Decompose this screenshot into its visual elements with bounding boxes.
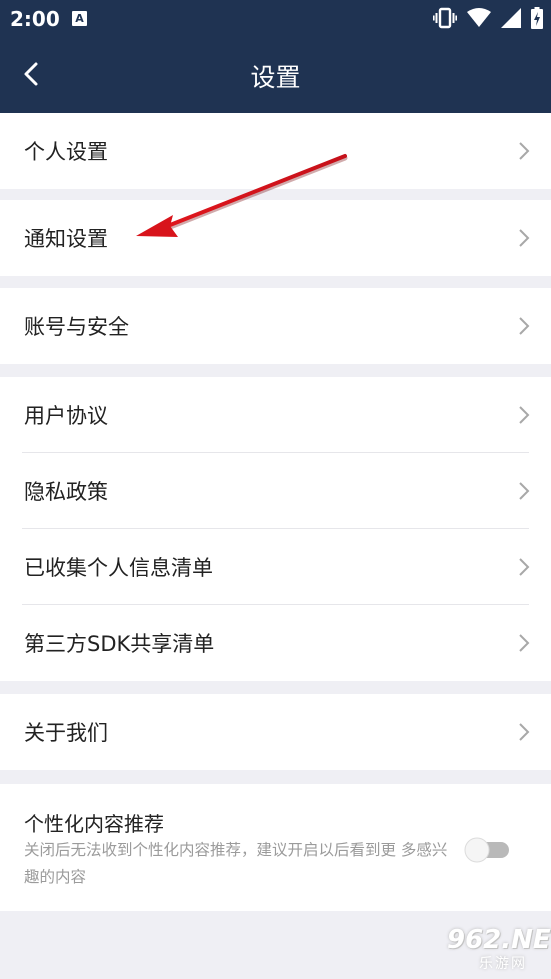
app-header: 设置 [0, 36, 551, 113]
setting-item-privacy-policy[interactable]: 隐私政策 [0, 453, 551, 529]
personalized-toggle[interactable] [461, 834, 513, 866]
settings-group-account: 账号与安全 [0, 288, 551, 364]
wifi-icon [467, 8, 491, 27]
signal-icon [501, 8, 521, 28]
battery-charging-icon [531, 7, 543, 29]
setting-item-about-us[interactable]: 关于我们 [0, 694, 551, 770]
chevron-right-icon [519, 229, 530, 247]
setting-label: 隐私政策 [24, 480, 108, 504]
chevron-right-icon [519, 406, 530, 424]
personalized-title: 个性化内容推荐 [24, 812, 164, 836]
setting-item-personal[interactable]: 个人设置 [0, 113, 551, 189]
watermark-subtext: 乐游网 [479, 956, 527, 972]
chevron-right-icon [519, 317, 530, 335]
app-notification-icon: A [72, 11, 87, 26]
chevron-right-icon [519, 558, 530, 576]
chevron-right-icon [519, 142, 530, 160]
setting-item-account-security[interactable]: 账号与安全 [0, 288, 551, 364]
setting-item-notification[interactable]: 通知设置 [0, 200, 551, 276]
setting-label: 账号与安全 [24, 315, 129, 339]
setting-label: 已收集个人信息清单 [24, 556, 213, 580]
personalized-description: 关闭后无法收到个性化内容推荐，建议开启以后看到更 多感兴趣的内容 [24, 841, 448, 886]
settings-group-notification: 通知设置 [0, 200, 551, 276]
chevron-right-icon [519, 482, 530, 500]
setting-item-collected-info[interactable]: 已收集个人信息清单 [0, 529, 551, 605]
chevron-right-icon [519, 723, 530, 741]
setting-item-third-party-sdk[interactable]: 第三方SDK共享清单 [0, 605, 551, 681]
page-title: 设置 [250, 63, 301, 92]
status-time: 2:00 [10, 7, 60, 31]
setting-label: 通知设置 [24, 227, 108, 251]
settings-group-legal: 用户协议 隐私政策 已收集个人信息清单 第三方SDK共享清单 [0, 377, 551, 681]
settings-group-about: 关于我们 [0, 694, 551, 770]
setting-label: 用户协议 [24, 404, 108, 428]
watermark-logo: 962.NET 乐游网 [417, 925, 551, 973]
settings-group-personal: 个人设置 [0, 113, 551, 189]
status-bar: 2:00 A [0, 0, 551, 36]
setting-item-user-agreement[interactable]: 用户协议 [0, 377, 551, 453]
status-icons [433, 6, 543, 30]
setting-label: 第三方SDK共享清单 [24, 632, 215, 656]
setting-label: 个人设置 [24, 140, 108, 164]
vibrate-icon [433, 7, 457, 29]
watermark-text: 962.NET [447, 925, 551, 955]
chevron-right-icon [519, 634, 530, 652]
setting-label: 关于我们 [24, 721, 108, 745]
